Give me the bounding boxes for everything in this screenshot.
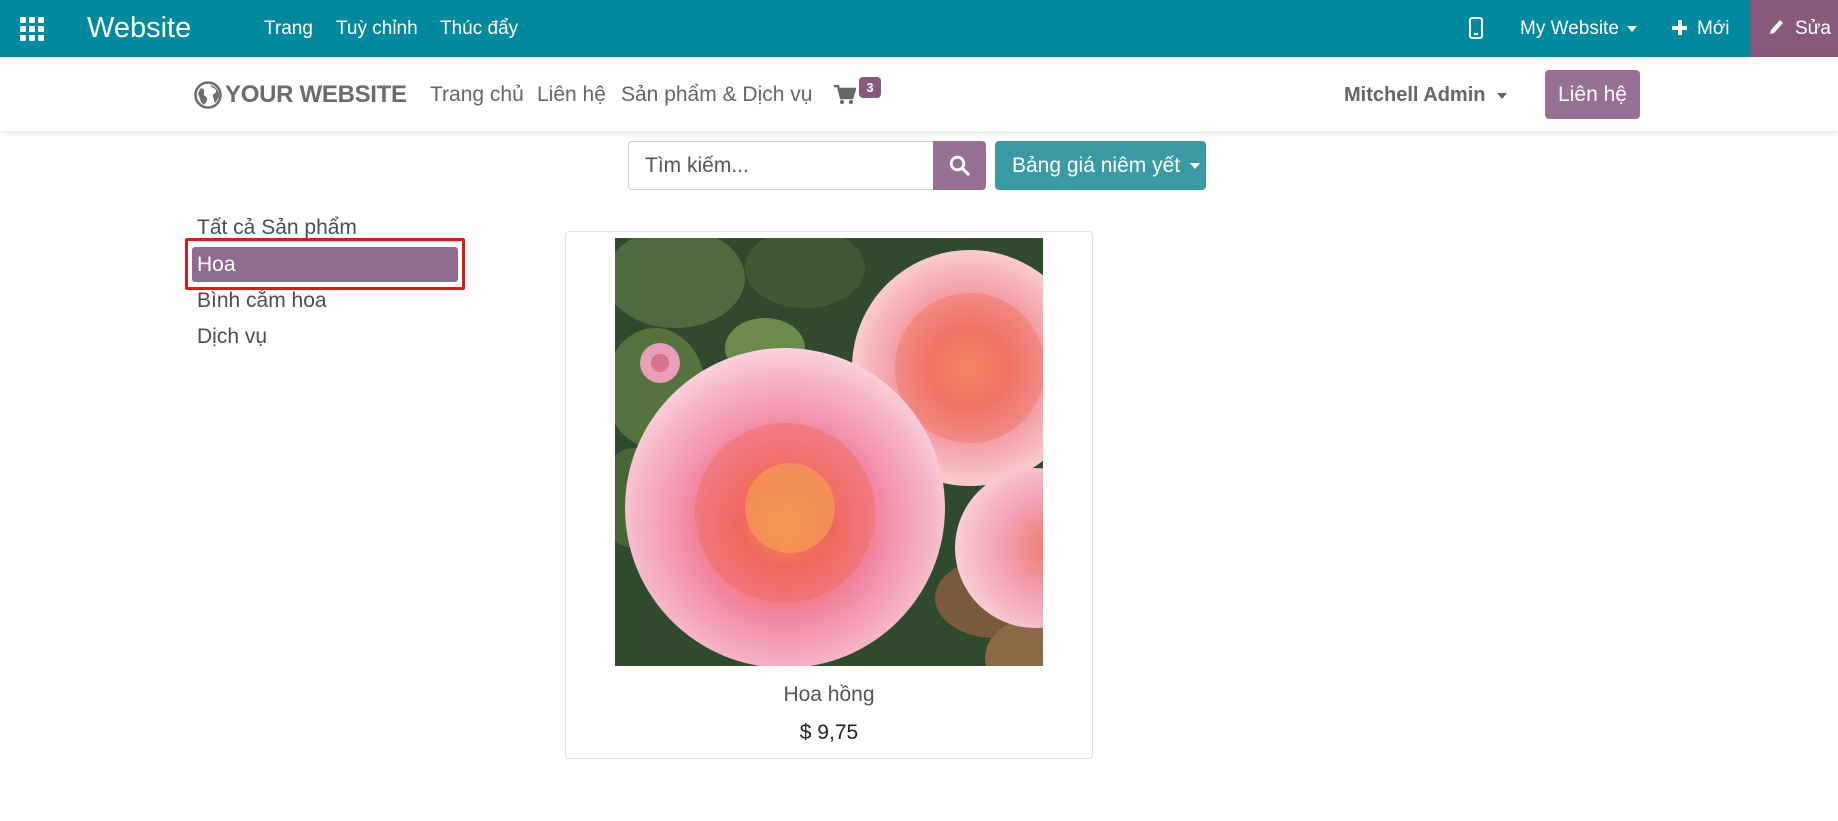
nav-contact[interactable]: Liên hệ: [537, 82, 606, 108]
app-title[interactable]: Website: [87, 10, 191, 46]
menu-pages[interactable]: Trang: [264, 17, 313, 41]
user-name: Mitchell Admin: [1344, 84, 1486, 106]
contact-us-button[interactable]: Liên hệ: [1545, 70, 1640, 119]
category-services[interactable]: Dịch vụ: [197, 323, 267, 351]
category-vases[interactable]: Bình cắm hoa: [197, 287, 327, 315]
cart-button[interactable]: 3: [834, 77, 882, 113]
website-header: YOUR WEBSITE Trang chủ Liên hệ Sản phẩm …: [0, 57, 1838, 131]
product-name[interactable]: Hoa hồng: [566, 681, 1092, 709]
menu-customize[interactable]: Tuỳ chỉnh: [336, 17, 418, 41]
search-button[interactable]: [933, 141, 986, 190]
plus-icon: [1672, 20, 1687, 35]
pencil-icon: [1770, 20, 1783, 34]
globe-icon: [194, 81, 222, 109]
nav-home[interactable]: Trang chủ: [430, 82, 524, 108]
cart-count-badge: 3: [859, 77, 881, 98]
site-logo[interactable]: YOUR WEBSITE: [194, 77, 407, 113]
category-flowers[interactable]: Hoa: [192, 247, 458, 282]
edit-button-label: Sửa: [1795, 18, 1831, 39]
apps-grid-icon[interactable]: [20, 17, 44, 41]
menu-promote[interactable]: Thúc đẩy: [440, 17, 518, 41]
website-selector-label: My Website: [1520, 18, 1619, 39]
logo-text: YOUR WEBSITE: [225, 81, 407, 108]
caret-down-icon: [1626, 25, 1637, 32]
new-button[interactable]: Mới: [1672, 17, 1730, 41]
new-button-label: Mới: [1697, 18, 1730, 39]
edit-button[interactable]: Sửa: [1750, 0, 1838, 57]
search-input[interactable]: [628, 141, 934, 190]
product-price: $ 9,75: [799, 721, 859, 744]
category-all-products[interactable]: Tất cả Sản phẩm: [197, 214, 357, 242]
search-icon: [949, 155, 970, 176]
user-menu[interactable]: Mitchell Admin: [1344, 82, 1508, 108]
pricelist-dropdown[interactable]: Bảng giá niêm yết: [995, 141, 1206, 190]
pricelist-label: Bảng giá niêm yết: [1012, 154, 1181, 177]
website-selector[interactable]: My Website: [1520, 17, 1637, 41]
caret-down-icon: [1497, 92, 1508, 99]
caret-down-icon: [1190, 163, 1201, 170]
nav-products-services[interactable]: Sản phẩm & Dịch vụ: [621, 82, 812, 108]
mobile-preview-icon[interactable]: [1469, 17, 1483, 39]
product-image[interactable]: [615, 238, 1043, 666]
shopping-cart-icon: [834, 85, 856, 104]
admin-topbar: Website Trang Tuỳ chỉnh Thúc đẩy My Webs…: [0, 0, 1838, 57]
product-card[interactable]: Hoa hồng $ 9,75: [565, 231, 1093, 759]
